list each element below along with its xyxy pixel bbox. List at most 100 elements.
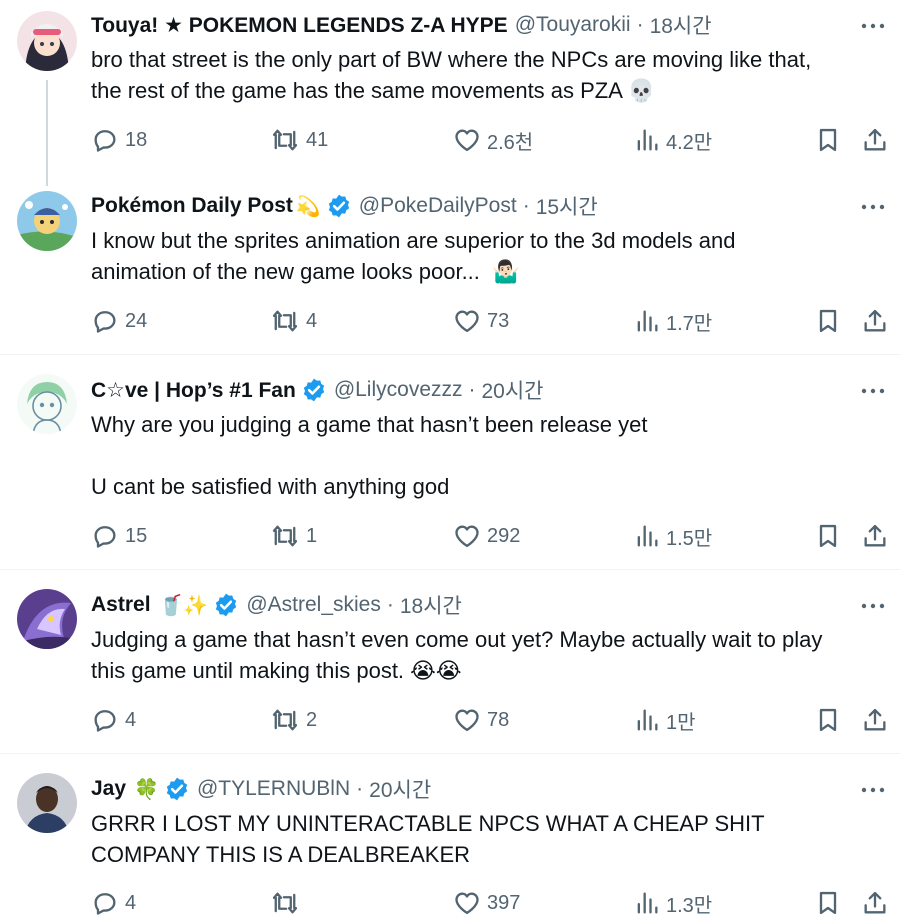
tweet[interactable]: Pokémon Daily Post 💫 @PokeDailyPost · 15…: [0, 180, 900, 354]
more-options-button[interactable]: [858, 778, 888, 802]
views-count: 4.2만: [666, 131, 713, 154]
verified-badge-icon[interactable]: [213, 592, 239, 618]
tweet-actions: 18 41 2.6천 4.2만: [0, 125, 900, 155]
like-button[interactable]: 73: [453, 306, 509, 336]
reply-button[interactable]: 15: [91, 521, 147, 551]
tweet-actions: 24 4 73 1.7만: [0, 306, 900, 336]
separator-dot: ·: [386, 593, 394, 616]
display-name[interactable]: Jay: [91, 777, 126, 801]
bookmark-button[interactable]: [815, 306, 841, 336]
share-icon: [864, 891, 886, 914]
retweet-count: 41: [306, 128, 329, 151]
user-handle[interactable]: @Lilycovezzz: [334, 378, 463, 402]
user-handle[interactable]: @TYLERNUBlN: [197, 777, 350, 801]
avatar[interactable]: [17, 11, 77, 71]
views-count: 1만: [666, 711, 696, 734]
tweet-actions: 4 2 78 1만: [0, 705, 900, 735]
verified-badge-icon[interactable]: [301, 377, 327, 403]
avatar[interactable]: [17, 374, 77, 434]
like-button[interactable]: 2.6천: [453, 125, 533, 155]
more-icon: [861, 388, 885, 394]
user-handle[interactable]: @Astrel_skies: [246, 593, 381, 617]
share-button[interactable]: [861, 306, 889, 336]
user-handle[interactable]: @PokeDailyPost: [359, 194, 517, 218]
tweet[interactable]: Astrel 🥤✨ @Astrel_skies · 18시간 Judging a…: [0, 570, 900, 753]
name-emoji: 🥤✨: [158, 594, 209, 617]
share-icon: [864, 524, 886, 547]
views-icon: [637, 709, 658, 731]
reply-count: 18: [125, 128, 148, 151]
separator-dot: ·: [468, 378, 476, 401]
name-emoji: 🍀: [134, 778, 159, 801]
reply-icon: [94, 710, 116, 732]
display-name[interactable]: Pokémon Daily Post: [91, 194, 293, 218]
views-icon: [637, 525, 658, 547]
retweet-button[interactable]: [270, 888, 306, 918]
share-button[interactable]: [861, 521, 889, 551]
retweet-icon: [272, 310, 298, 332]
tweet[interactable]: Touya! ★ POKEMON LEGENDS Z-A HYPE @Touya…: [0, 0, 900, 180]
tweet-text: I know but the sprites animation are sup…: [91, 228, 736, 284]
tweet[interactable]: Jay 🍀 @TYLERNUBlN · 20시간 GRRR I LOST MY …: [0, 754, 900, 918]
retweet-count: 2: [306, 708, 318, 731]
retweet-button[interactable]: 1: [270, 521, 317, 551]
bookmark-icon: [819, 708, 837, 732]
retweet-count: 1: [306, 524, 318, 547]
reply-icon: [94, 526, 116, 548]
more-options-button[interactable]: [858, 195, 888, 219]
timestamp[interactable]: 15시간: [536, 191, 598, 221]
like-button[interactable]: 78: [453, 705, 509, 735]
retweet-button[interactable]: 41: [270, 125, 328, 155]
views-button[interactable]: 1만: [634, 705, 696, 735]
timestamp[interactable]: 20시간: [482, 375, 544, 405]
display-name[interactable]: Astrel: [91, 593, 151, 617]
bookmark-icon: [819, 891, 837, 915]
bookmark-button[interactable]: [815, 705, 841, 735]
reply-count: 15: [125, 524, 148, 547]
avatar[interactable]: [17, 589, 77, 649]
verified-badge-icon[interactable]: [164, 776, 190, 802]
display-name[interactable]: Touya! ★ POKEMON LEGENDS Z-A HYPE: [91, 13, 508, 38]
bookmark-button[interactable]: [815, 521, 841, 551]
bookmark-button[interactable]: [815, 888, 841, 918]
reply-count: 24: [125, 309, 148, 332]
user-handle[interactable]: @Touyarokii: [515, 13, 631, 37]
timestamp[interactable]: 20시간: [369, 774, 431, 804]
like-icon: [455, 310, 479, 333]
views-button[interactable]: 1.3만: [634, 888, 712, 918]
views-button[interactable]: 1.5만: [634, 521, 712, 551]
share-icon: [864, 128, 886, 151]
retweet-button[interactable]: 2: [270, 705, 317, 735]
more-options-button[interactable]: [858, 594, 888, 618]
tweet-header: C☆ve | Hop’s #1 Fan @Lilycovezzz · 20시간: [91, 375, 840, 405]
more-options-button[interactable]: [858, 14, 888, 38]
avatar[interactable]: [17, 773, 77, 833]
more-options-button[interactable]: [858, 379, 888, 403]
retweet-count: 4: [306, 309, 318, 332]
display-name[interactable]: C☆ve | Hop’s #1 Fan: [91, 378, 296, 403]
share-button[interactable]: [861, 125, 889, 155]
separator-dot: ·: [522, 194, 530, 217]
share-button[interactable]: [861, 888, 889, 918]
reply-button[interactable]: 24: [91, 306, 147, 336]
reply-button[interactable]: 4: [91, 888, 136, 918]
reply-button[interactable]: 4: [91, 705, 136, 735]
avatar[interactable]: [17, 191, 77, 251]
tweet-header: Astrel 🥤✨ @Astrel_skies · 18시간: [91, 590, 840, 620]
like-button[interactable]: 292: [453, 521, 520, 551]
views-button[interactable]: 1.7만: [634, 306, 712, 336]
timestamp[interactable]: 18시간: [400, 590, 462, 620]
bookmark-button[interactable]: [815, 125, 841, 155]
retweet-icon: [272, 892, 298, 914]
verified-badge-icon[interactable]: [326, 193, 352, 219]
timestamp[interactable]: 18시간: [650, 10, 712, 40]
tweet-text: GRRR I LOST MY UNINTERACTABLE NPCS WHAT …: [91, 811, 765, 867]
tweet[interactable]: C☆ve | Hop’s #1 Fan @Lilycovezzz · 20시간 …: [0, 355, 900, 569]
like-button[interactable]: 397: [453, 888, 520, 918]
reply-button[interactable]: 18: [91, 125, 147, 155]
retweet-button[interactable]: 4: [270, 306, 317, 336]
share-button[interactable]: [861, 705, 889, 735]
views-button[interactable]: 4.2만: [634, 125, 712, 155]
like-count: 397: [487, 891, 521, 914]
share-icon: [864, 309, 886, 332]
